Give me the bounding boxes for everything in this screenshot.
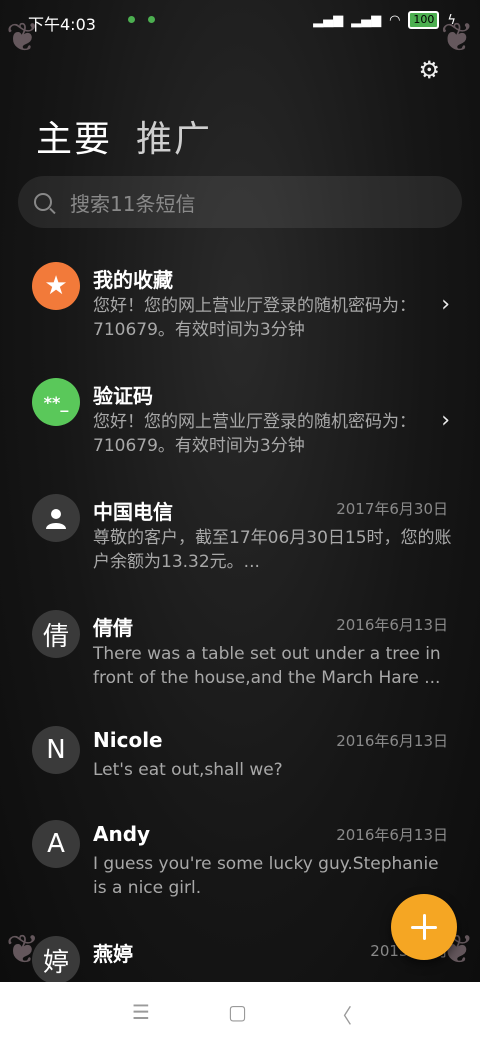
conversation-title: 倩倩 — [93, 616, 133, 640]
conversation-title: 中国电信 — [93, 500, 173, 524]
search-bar[interactable]: 搜索11条短信 — [18, 176, 462, 228]
star-icon: ★ — [32, 262, 80, 310]
contact-avatar: 倩 — [32, 610, 80, 658]
notification-dot-icon — [128, 16, 135, 23]
conversation-title: 我的收藏 — [93, 268, 173, 292]
wifi-icon: ◠ — [389, 12, 401, 28]
settings-gear-icon[interactable]: ⚙ — [418, 56, 440, 84]
conversation-title: 燕婷 — [93, 942, 133, 966]
navigation-bar: ☰ ▢ 〈 — [0, 982, 480, 1040]
verification-code-icon: **_ — [32, 378, 80, 426]
charging-icon: ϟ — [447, 12, 456, 28]
new-message-button[interactable] — [391, 894, 457, 960]
conversation-date: 2017年6月30日 — [336, 500, 448, 518]
conversation-date: 2016年6月13日 — [336, 616, 448, 634]
conversation-item-verification[interactable]: **_ 验证码 › 您好！您的网上营业厅登录的随机密码为：710679。有效时间… — [0, 366, 480, 482]
conversation-preview: Let's eat out,shall we? — [93, 760, 283, 780]
contact-avatar: N — [32, 726, 80, 774]
menu-icon[interactable]: ☰ — [132, 1000, 150, 1024]
conversation-preview: 尊敬的客户，截至17年06月30日15时，您的账户余额为13.32元。... — [93, 528, 452, 572]
home-icon[interactable]: ▢ — [228, 1000, 247, 1024]
conversation-date: 2016年6月13日 — [336, 826, 448, 844]
conversation-title: Andy — [93, 822, 151, 846]
status-time: 下午4:03 — [28, 15, 96, 34]
conversation-title: Nicole — [93, 728, 163, 752]
status-bar: 下午4:03 ▂▄▆ ▂▄▆ ◠ 100 ϟ — [0, 0, 480, 40]
plus-icon — [411, 914, 437, 940]
contact-avatar: A — [32, 820, 80, 868]
signal-icon: ▂▄▆ — [351, 12, 382, 28]
battery-icon: 100 — [408, 11, 440, 29]
signal-icon: ▂▄▆ — [313, 12, 344, 28]
contact-avatar: 婷 — [32, 936, 80, 984]
tab-primary[interactable]: 主要 — [36, 110, 112, 162]
conversation-preview: I guess you're some lucky guy.Stephanie … — [93, 854, 439, 898]
conversation-preview: 您好！您的网上营业厅登录的随机密码为：710679。有效时间为3分钟 — [93, 296, 416, 340]
conversation-item-qianqian[interactable]: 倩 倩倩 2016年6月13日 There was a table set ou… — [0, 598, 480, 714]
conversation-item-nicole[interactable]: N Nicole 2016年6月13日 Let's eat out,shall … — [0, 714, 480, 808]
status-icons: ▂▄▆ ▂▄▆ ◠ 100 ϟ — [313, 11, 456, 29]
search-placeholder: 搜索11条短信 — [70, 191, 196, 216]
tab-promotions[interactable]: 推广 — [136, 110, 212, 162]
conversation-preview: 您好！您的网上营业厅登录的随机密码为：710679。有效时间为3分钟 — [93, 412, 416, 456]
conversation-title: 验证码 — [93, 384, 153, 408]
conversation-item-favorites[interactable]: ★ 我的收藏 › 您好！您的网上营业厅登录的随机密码为：710679。有效时间为… — [0, 250, 480, 366]
search-icon — [34, 193, 52, 211]
person-icon — [32, 494, 80, 542]
chevron-right-icon: › — [441, 408, 450, 433]
conversation-item-china-telecom[interactable]: 中国电信 2017年6月30日 尊敬的客户，截至17年06月30日15时，您的账… — [0, 482, 480, 598]
tab-bar: 主要 推广 — [36, 110, 212, 162]
chevron-right-icon: › — [441, 292, 450, 317]
back-icon[interactable]: 〈 — [332, 1000, 352, 1029]
conversation-preview: There was a table set out under a tree i… — [93, 644, 441, 688]
notification-dot-icon — [148, 16, 155, 23]
conversation-date: 2016年6月13日 — [336, 732, 448, 750]
